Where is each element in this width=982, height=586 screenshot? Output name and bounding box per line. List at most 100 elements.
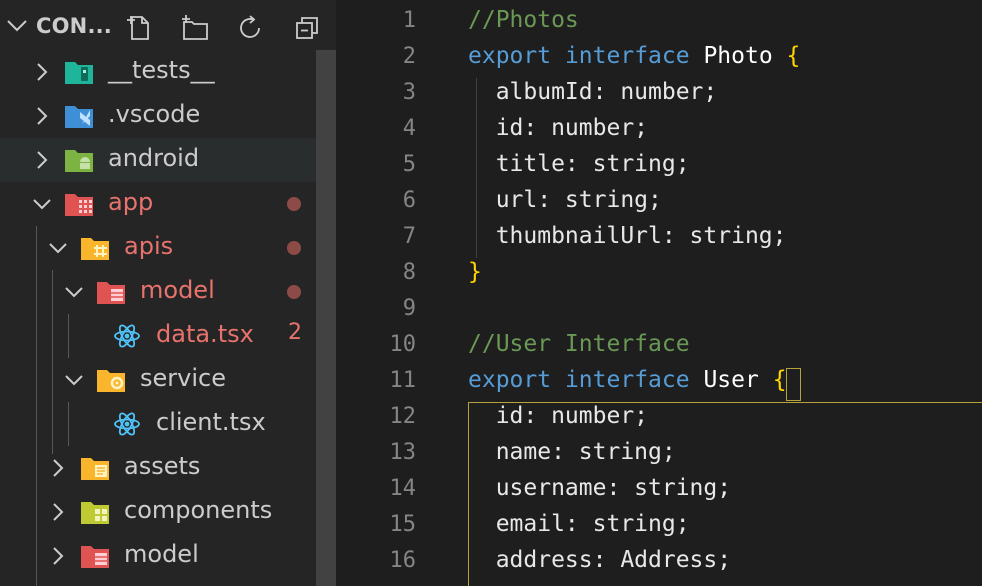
code-token: export <box>468 367 552 393</box>
code-token: address: Address; <box>468 547 732 573</box>
line-number: 14 <box>389 476 417 501</box>
code-line[interactable]: 4 id: number; <box>336 112 982 148</box>
tree-item-tests[interactable]: __tests__ <box>0 50 316 94</box>
code-token: url: string; <box>468 187 662 213</box>
code-line[interactable]: 16 address: Address; <box>336 544 982 580</box>
collapse-all-icon[interactable] <box>292 13 322 43</box>
tree-item-components[interactable]: components <box>0 490 316 534</box>
model-folder-icon <box>80 542 110 570</box>
code-text: thumbnailUrl: string; <box>468 223 787 249</box>
code-text: } <box>468 259 482 285</box>
tree-item-label: data.tsx <box>156 320 254 348</box>
code-text: export interface Photo { <box>468 43 800 69</box>
code-line[interactable]: 10 //User Interface <box>336 328 982 364</box>
vscode-folder-icon <box>64 102 94 130</box>
tree-item-label: service <box>140 364 226 392</box>
line-number: 15 <box>389 512 417 537</box>
code-line[interactable]: 1 //Photos <box>336 4 982 40</box>
tree-item-vscode[interactable]: .vscode <box>0 94 316 138</box>
chevron-right-icon <box>32 106 52 126</box>
code-line[interactable]: 8} <box>336 256 982 292</box>
code-token: id: number; <box>468 403 649 429</box>
modified-indicator <box>287 197 301 211</box>
tree-item-label: components <box>124 496 273 524</box>
code-token: id: number; <box>468 115 649 141</box>
tree-item-apis[interactable]: apis <box>0 226 316 270</box>
tree-item-app[interactable]: app <box>0 182 316 226</box>
tree-item-label: apis <box>124 232 174 260</box>
code-token: name: string; <box>468 439 676 465</box>
code-text: username: string; <box>468 475 731 501</box>
code-token: User <box>703 367 759 393</box>
tree-item-label: model <box>140 276 215 304</box>
refresh-icon[interactable] <box>236 13 266 43</box>
code-line[interactable]: 11 export interface User { <box>336 364 982 400</box>
code-token: Photo <box>703 43 773 69</box>
tree-item-android[interactable]: android <box>0 138 316 182</box>
code-token: thumbnailUrl: string; <box>468 223 787 249</box>
tree-item-label: assets <box>124 452 201 480</box>
model-folder-icon <box>96 278 126 306</box>
chevron-down-icon <box>32 194 52 214</box>
code-token: export <box>468 43 552 69</box>
react-icon <box>112 410 142 438</box>
line-number: 13 <box>389 440 417 465</box>
tests-folder-icon <box>64 58 94 86</box>
line-number: 12 <box>389 404 417 429</box>
code-text: export interface User { <box>468 367 787 393</box>
code-text: name: string; <box>468 439 676 465</box>
chevron-right-icon <box>48 502 68 522</box>
chevron-down-icon[interactable] <box>6 18 28 37</box>
code-token: albumId: number; <box>468 79 718 105</box>
chevron-down-icon <box>48 238 68 258</box>
code-line[interactable]: 9 <box>336 292 982 328</box>
code-text: //Photos <box>468 7 579 33</box>
code-token: title: string; <box>468 151 690 177</box>
code-line[interactable]: 6 url: string; <box>336 184 982 220</box>
line-number: 16 <box>389 548 417 573</box>
code-text: address: Address; <box>468 547 731 573</box>
line-number: 11 <box>389 368 417 393</box>
line-number: 6 <box>402 188 416 213</box>
line-number: 4 <box>402 116 416 141</box>
code-line[interactable]: 14 username: string; <box>336 472 982 508</box>
code-line[interactable]: 7 thumbnailUrl: string; <box>336 220 982 256</box>
code-editor[interactable]: 1//Photos 2 export interface Photo { 3 albu… <box>336 0 982 586</box>
line-number: 9 <box>402 296 416 321</box>
new-file-icon[interactable] <box>124 13 154 43</box>
tree-item-assets[interactable]: assets <box>0 446 316 490</box>
tree-item-model-2[interactable]: model <box>0 534 316 578</box>
code-line[interactable]: 12 id: number; <box>336 400 982 436</box>
line-number: 5 <box>402 152 416 177</box>
tree-item-service[interactable]: service <box>0 358 316 402</box>
line-number: 8 <box>402 260 416 285</box>
code-text: id: number; <box>468 403 648 429</box>
line-number: 3 <box>402 80 416 105</box>
code-line[interactable]: 15 email: string; <box>336 508 982 544</box>
code-token: //User Interface <box>468 331 690 357</box>
code-token: //Photos <box>468 7 579 33</box>
tree-item-model[interactable]: model <box>0 270 316 314</box>
explorer-title[interactable]: CON... <box>36 14 112 38</box>
code-line[interactable]: 3 albumId: number; <box>336 76 982 112</box>
code-line[interactable]: 5 title: string; <box>336 148 982 184</box>
tree-item-data-tsx[interactable]: data.tsx 2 <box>0 314 316 358</box>
line-number: 10 <box>389 332 417 357</box>
tree-item-client-tsx[interactable]: client.tsx <box>0 402 316 446</box>
chevron-right-icon <box>32 62 52 82</box>
code-text: title: string; <box>468 151 690 177</box>
tree-item-label: android <box>108 144 200 172</box>
code-text: albumId: number; <box>468 79 718 105</box>
code-line[interactable]: 13 name: string; <box>336 436 982 472</box>
service-folder-icon <box>96 366 126 394</box>
tree-item-label: __tests__ <box>108 56 215 84</box>
line-number: 2 <box>402 44 416 69</box>
android-folder-icon <box>64 146 94 174</box>
new-folder-icon[interactable] <box>180 13 210 43</box>
code-line[interactable]: 2 export interface Photo { <box>336 40 982 76</box>
sidebar-scrollbar[interactable] <box>316 50 336 586</box>
